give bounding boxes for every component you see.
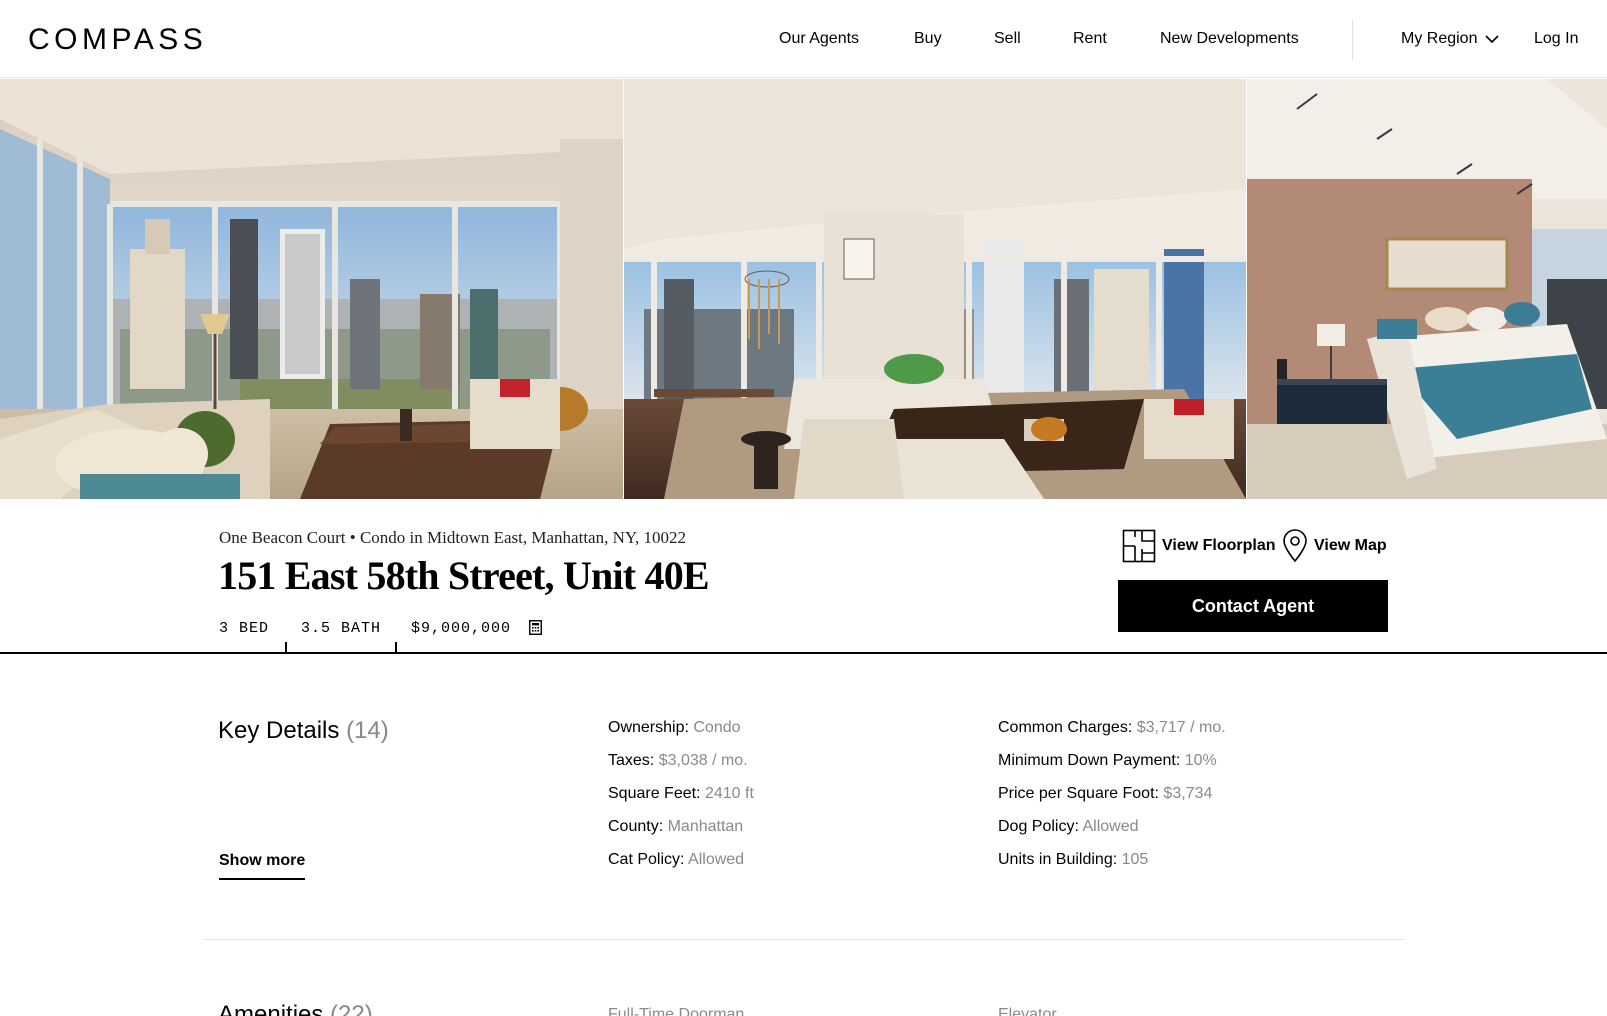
detail-value: $3,038 / mo. (658, 752, 748, 769)
detail-units-in-building: Units in Building: 105 (998, 850, 1148, 870)
detail-taxes: Taxes: $3,038 / mo. (608, 751, 748, 771)
detail-label: Units in Building: (998, 851, 1118, 868)
nav-buy[interactable]: Buy (914, 29, 942, 49)
nav-new-developments[interactable]: New Developments (1160, 29, 1299, 49)
listing-photo-bedroom[interactable] (1247, 79, 1607, 499)
amenities-count: (22) (330, 1001, 373, 1016)
map-label: View Map (1314, 537, 1387, 554)
photo-gallery (0, 79, 1607, 499)
nav-sell[interactable]: Sell (994, 29, 1021, 49)
detail-label: Common Charges: (998, 719, 1133, 736)
section-divider (204, 939, 1404, 940)
detail-value: Allowed (688, 851, 745, 868)
detail-square-feet: Square Feet: 2410 ft (608, 784, 754, 804)
detail-value: Condo (693, 719, 741, 736)
contact-agent-button[interactable]: Contact Agent (1118, 580, 1388, 632)
detail-county: County: Manhattan (608, 817, 743, 837)
site-header: COMPASS Our Agents Buy Sell Rent New Dev… (0, 0, 1607, 78)
amenities-heading: Amenities (22) (218, 1000, 373, 1016)
price-value: $9,000,000 (411, 620, 512, 637)
stat-beds: 3 BED (219, 620, 270, 637)
detail-common-charges: Common Charges: $3,717 / mo. (998, 718, 1226, 738)
detail-label: Dog Policy: (998, 818, 1079, 835)
detail-label: County: (608, 818, 664, 835)
view-map-button[interactable]: View Map (1282, 529, 1387, 563)
listing-photo-dining-area[interactable] (624, 79, 1246, 499)
stat-baths: 3.5 BATH (301, 620, 382, 637)
calculator-icon[interactable] (529, 620, 543, 635)
region-label: My Region (1401, 30, 1478, 47)
detail-label: Price per Square Foot: (998, 785, 1159, 802)
nav-our-agents[interactable]: Our Agents (779, 29, 859, 49)
detail-value: $3,717 / mo. (1136, 719, 1226, 736)
detail-value: $3,734 (1163, 785, 1213, 802)
detail-value: Allowed (1082, 818, 1139, 835)
my-region-dropdown[interactable]: My Region (1401, 29, 1500, 49)
detail-label: Ownership: (608, 719, 689, 736)
detail-value: 105 (1121, 851, 1149, 868)
detail-ownership: Ownership: Condo (608, 718, 741, 738)
key-details-title: Key Details (218, 717, 340, 744)
floorplan-icon (1122, 529, 1156, 563)
nav-rent[interactable]: Rent (1073, 29, 1107, 49)
map-pin-icon (1283, 529, 1307, 563)
detail-value: Manhattan (667, 818, 744, 835)
section-divider (0, 652, 1607, 654)
listing-stats: 3 BED 3.5 BATH $9,000,000 (219, 618, 543, 654)
detail-label: Square Feet: (608, 785, 701, 802)
amenities-title: Amenities (218, 1001, 324, 1016)
nav-divider (1352, 20, 1353, 60)
listing-subline: One Beacon Court • Condo in Midtown East… (219, 528, 686, 547)
compass-logo[interactable]: COMPASS (28, 22, 207, 58)
detail-label: Taxes: (608, 752, 655, 769)
listing-address: 151 East 58th Street, Unit 40E (218, 553, 710, 598)
chevron-down-icon (1485, 34, 1500, 43)
detail-value: 10% (1184, 752, 1217, 769)
detail-cat-policy: Cat Policy: Allowed (608, 850, 744, 870)
amenity-item: Full-Time Doorman (608, 1006, 745, 1016)
floorplan-label: View Floorplan (1162, 537, 1276, 554)
stat-price: $9,000,000 (411, 618, 543, 648)
detail-label: Cat Policy: (608, 851, 685, 868)
detail-price-per-square-foot: Price per Square Foot: $3,734 (998, 784, 1212, 804)
amenity-item: Elevator (998, 1006, 1057, 1016)
detail-label: Minimum Down Payment: (998, 752, 1181, 769)
login-link[interactable]: Log In (1534, 29, 1578, 49)
view-floorplan-button[interactable]: View Floorplan (1122, 529, 1276, 563)
listing-photo-living-room[interactable] (0, 79, 623, 499)
detail-value: 2410 ft (704, 785, 754, 802)
key-details-count: (14) (346, 717, 389, 744)
key-details-heading: Key Details (14) (218, 716, 389, 746)
detail-minimum-down-payment: Minimum Down Payment: 10% (998, 751, 1217, 771)
detail-dog-policy: Dog Policy: Allowed (998, 817, 1139, 837)
show-more-link[interactable]: Show more (219, 851, 306, 880)
